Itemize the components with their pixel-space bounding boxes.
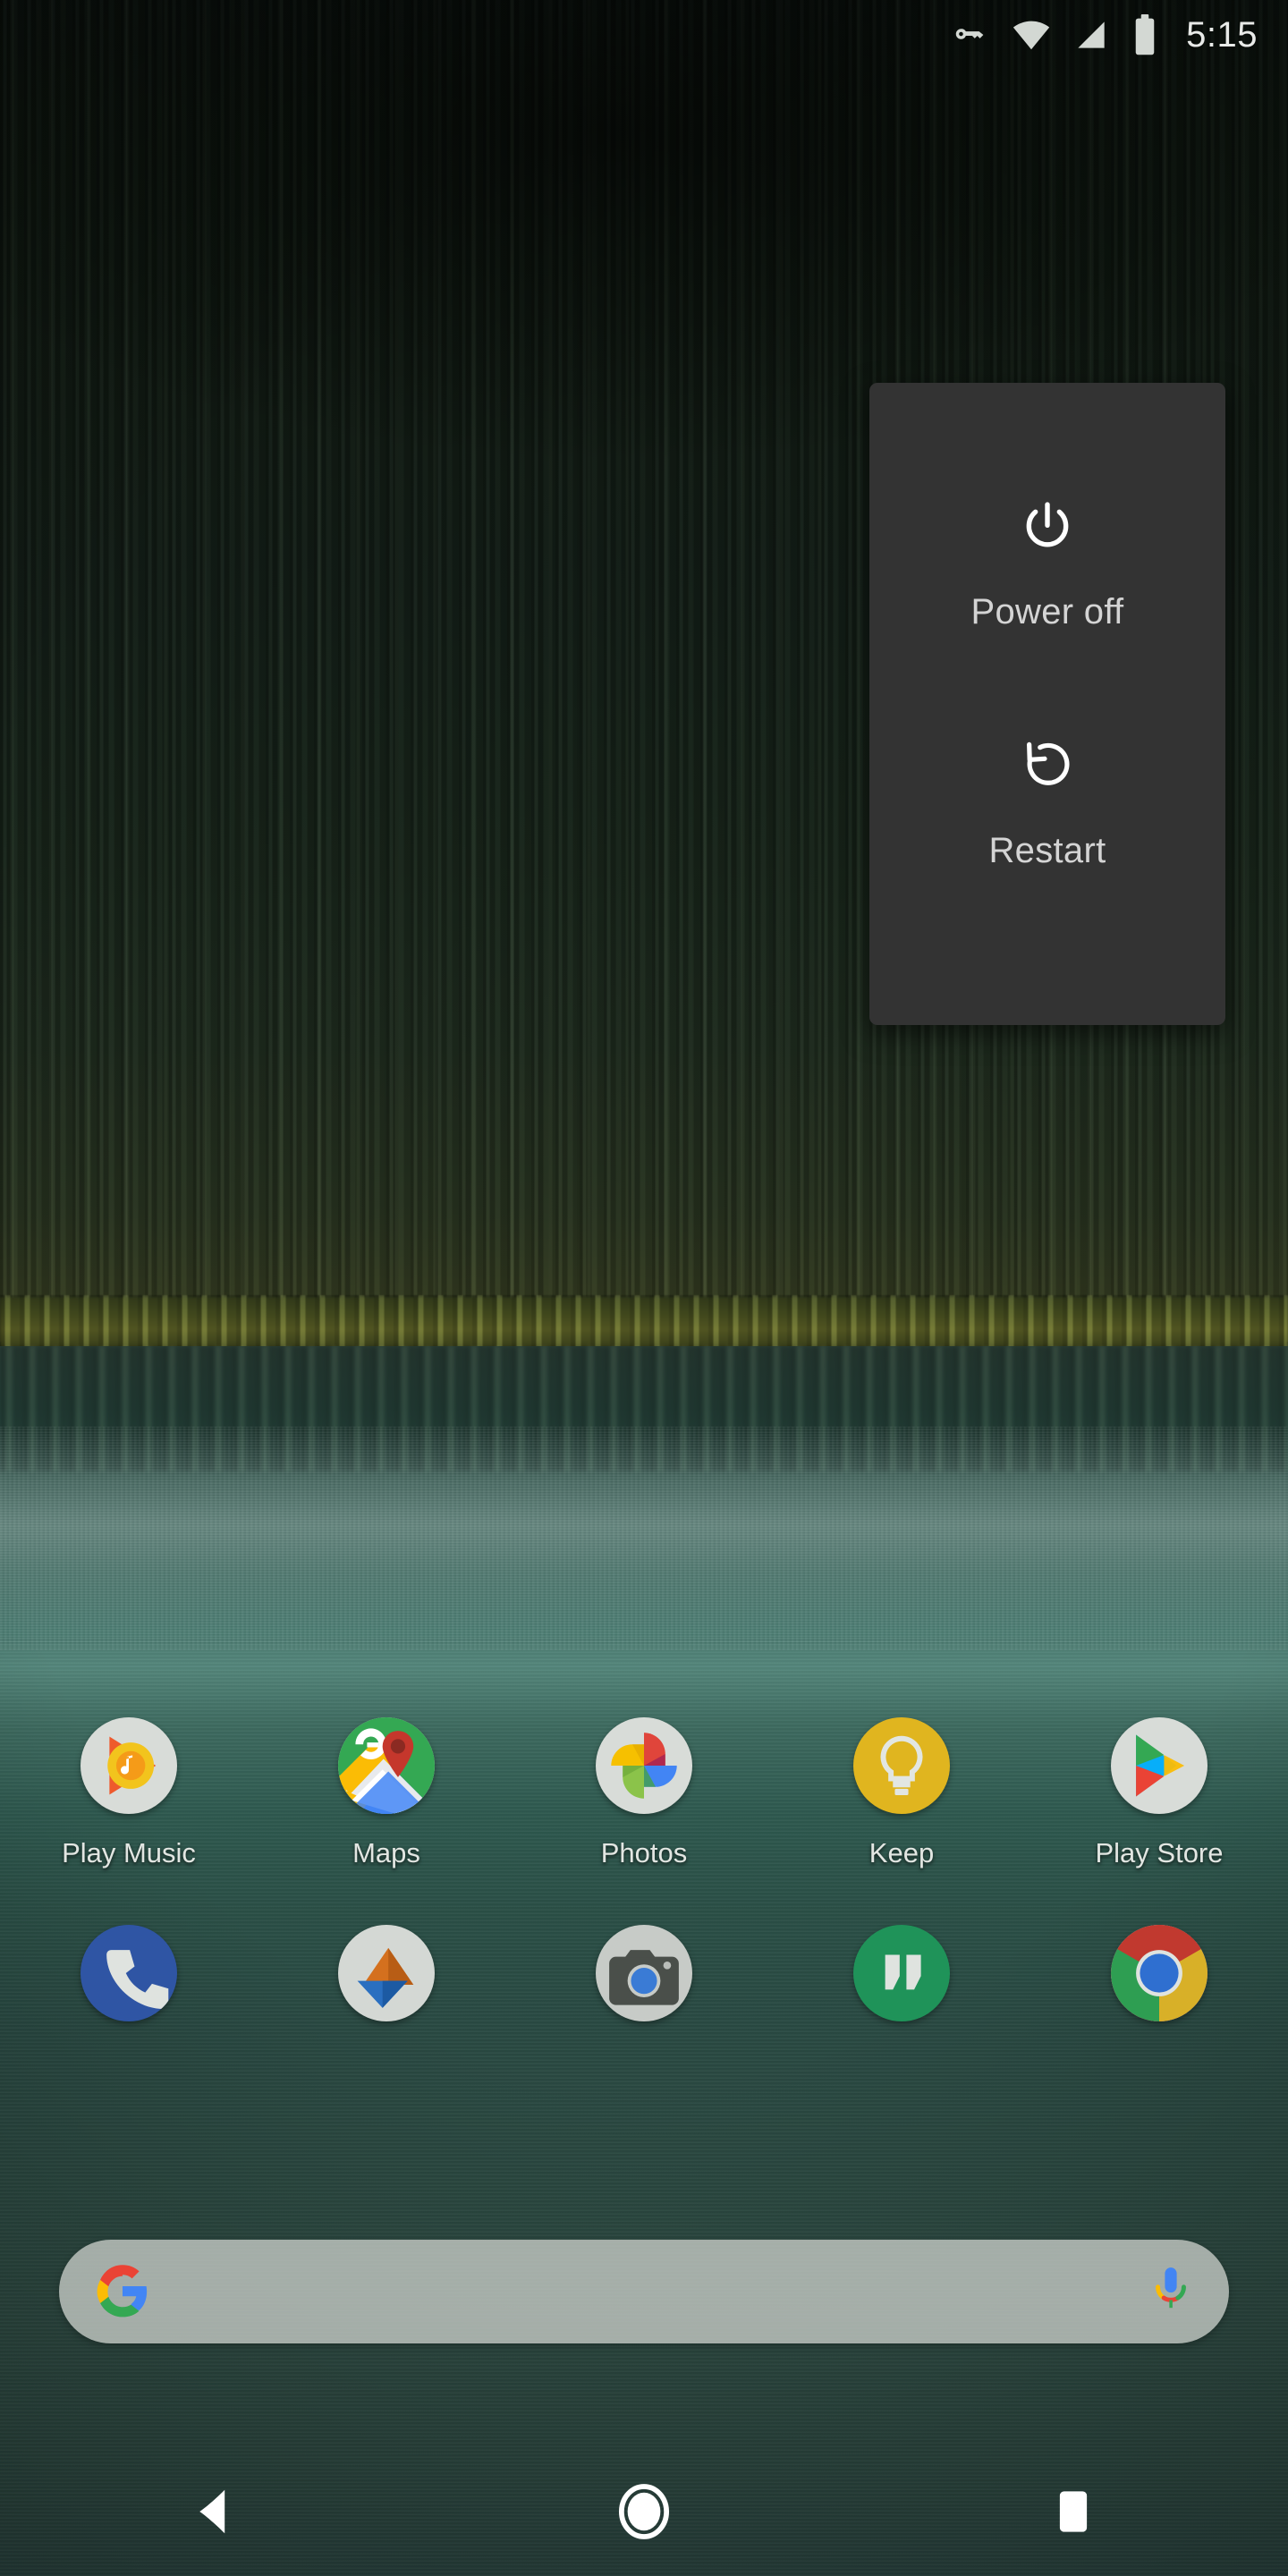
wifi-icon [1011, 14, 1052, 55]
chrome-icon [1111, 1925, 1208, 2021]
power-menu-dialog[interactable]: Power off Restart [869, 383, 1225, 1025]
app-drive[interactable]: Drive [258, 1925, 515, 2021]
app-play-music[interactable]: Play Music [0, 1717, 258, 1869]
app-play-store[interactable]: Play Store [1030, 1717, 1288, 1869]
restart-label: Restart [988, 831, 1106, 870]
home-circle-icon [618, 2484, 670, 2539]
app-grid: Play Music Maps Photos Keep Play Store [0, 1717, 1288, 2021]
status-bar-clock: 5:15 [1186, 14, 1258, 55]
app-chrome[interactable]: Chrome [1030, 1925, 1288, 2021]
app-label: Maps [352, 1837, 420, 1868]
app-label: Play Store [1095, 1837, 1224, 1868]
vpn-key-icon [950, 14, 991, 55]
app-allo[interactable]: Allo [773, 1925, 1030, 2021]
play-music-icon [80, 1717, 177, 1814]
allo-icon [853, 1925, 950, 2021]
recents-button[interactable] [859, 2447, 1288, 2576]
app-maps[interactable]: Maps [258, 1717, 515, 1869]
cellular-signal-icon [1072, 15, 1111, 55]
google-search-bar[interactable] [59, 2240, 1229, 2343]
app-label: Photos [600, 1837, 688, 1868]
app-phone[interactable]: Phone [0, 1925, 258, 2021]
app-photos[interactable]: Photos [515, 1717, 773, 1869]
app-label: Play Music [62, 1837, 196, 1868]
phone-icon [80, 1925, 177, 2021]
back-button[interactable] [0, 2447, 429, 2576]
recents-square-icon [1058, 2489, 1089, 2534]
app-label: Keep [869, 1837, 935, 1868]
camera-icon [596, 1925, 692, 2021]
photos-icon [596, 1717, 692, 1814]
app-row-2: Phone Drive [0, 1925, 1288, 2021]
navigation-bar [0, 2447, 1288, 2576]
keep-icon [853, 1717, 950, 1814]
maps-icon [338, 1717, 435, 1814]
microphone-icon[interactable] [1148, 2264, 1193, 2319]
back-triangle-icon [194, 2487, 235, 2537]
battery-icon [1131, 14, 1159, 55]
power-off-button[interactable]: Power off [869, 494, 1225, 632]
power-icon [1017, 494, 1078, 560]
app-keep[interactable]: Keep [773, 1717, 1030, 1869]
app-camera[interactable]: Camera [515, 1925, 773, 2021]
app-row-1: Play Music Maps Photos Keep Play Store [0, 1717, 1288, 1869]
drive-icon [338, 1925, 435, 2021]
search-input[interactable] [150, 2240, 1148, 2343]
status-bar: 5:15 [0, 0, 1288, 70]
google-g-icon [95, 2264, 150, 2319]
restart-button[interactable]: Restart [869, 733, 1225, 871]
restart-icon [1018, 733, 1077, 799]
power-off-label: Power off [970, 592, 1124, 631]
play-store-icon [1111, 1717, 1208, 1814]
home-button[interactable] [429, 2447, 859, 2576]
